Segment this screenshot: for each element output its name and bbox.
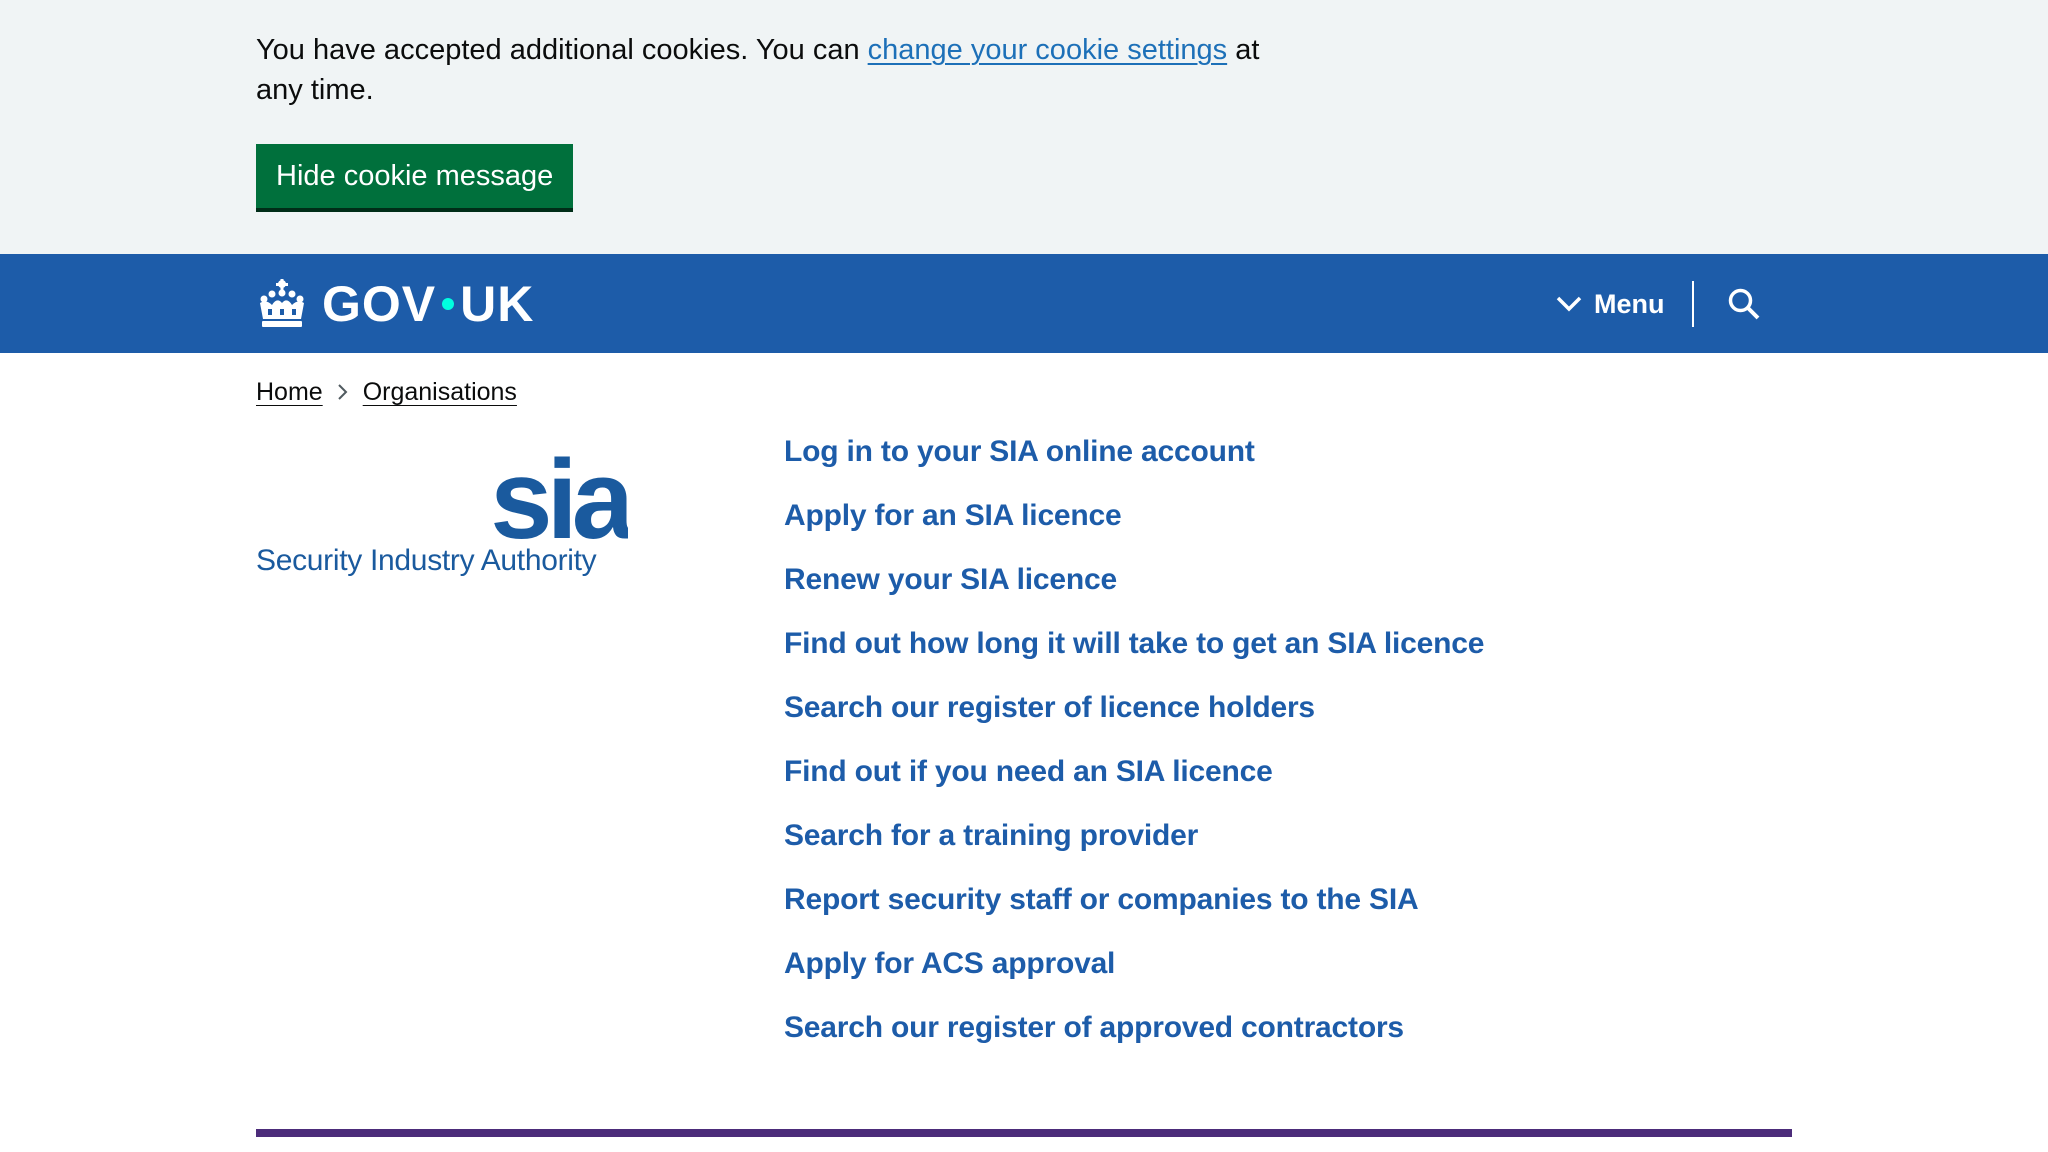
chevron-down-icon (1556, 296, 1582, 312)
sia-logo-letters: sia (490, 437, 628, 544)
breadcrumb: Home Organisations (256, 374, 517, 410)
govuk-logo-link[interactable]: GOV UK (256, 276, 534, 332)
hide-cookie-message-button[interactable]: Hide cookie message (256, 144, 574, 208)
link-renew-licence[interactable]: Renew your SIA licence (784, 563, 1117, 596)
list-item: Search our register of licence holders (784, 686, 1484, 750)
list-item: Search our register of approved contract… (784, 1006, 1484, 1070)
link-approved-contractors[interactable]: Search our register of approved contract… (784, 1011, 1404, 1044)
list-item: Apply for ACS approval (784, 942, 1484, 1006)
link-apply-licence[interactable]: Apply for an SIA licence (784, 499, 1122, 532)
link-licence-timing[interactable]: Find out how long it will take to get an… (784, 627, 1484, 660)
govuk-wordmark: GOV UK (322, 275, 534, 333)
breadcrumb-organisations[interactable]: Organisations (363, 374, 517, 410)
chevron-right-icon (337, 383, 349, 401)
cookie-settings-link[interactable]: change your cookie settings (868, 34, 1228, 66)
logo-text-uk: UK (460, 276, 535, 332)
link-search-licence-holders[interactable]: Search our register of licence holders (784, 691, 1315, 724)
link-need-licence[interactable]: Find out if you need an SIA licence (784, 755, 1273, 788)
list-item: Renew your SIA licence (784, 558, 1484, 622)
sia-logo: sia Security Industry Authority (256, 432, 628, 584)
link-acs-approval[interactable]: Apply for ACS approval (784, 947, 1115, 980)
organisation-brand-rule (256, 1129, 1792, 1137)
cookie-message: You have accepted additional cookies. Yo… (256, 30, 1296, 110)
link-training-provider[interactable]: Search for a training provider (784, 819, 1198, 852)
link-log-in[interactable]: Log in to your SIA online account (784, 435, 1255, 468)
link-report-staff[interactable]: Report security staff or companies to th… (784, 883, 1419, 916)
crown-icon (260, 279, 304, 327)
breadcrumb-home[interactable]: Home (256, 374, 323, 410)
list-item: Report security staff or companies to th… (784, 878, 1484, 942)
list-item: Find out how long it will take to get an… (784, 622, 1484, 686)
search-icon (1728, 288, 1760, 320)
list-item: Log in to your SIA online account (784, 430, 1484, 494)
cookie-message-start: You have accepted additional cookies. Yo… (256, 34, 868, 66)
list-item: Search for a training provider (784, 814, 1484, 878)
sia-logo-name: Security Industry Authority (256, 544, 597, 577)
logo-dot (442, 298, 455, 310)
cookie-banner: You have accepted additional cookies. Yo… (0, 0, 2048, 254)
sia-logo-mark: sia (490, 437, 628, 544)
menu-label: Menu (1594, 288, 1665, 319)
header-divider (1692, 281, 1694, 327)
list-item: Apply for an SIA licence (784, 494, 1484, 558)
menu-button[interactable]: Menu (1556, 280, 1665, 328)
site-header: GOV UK Menu (0, 254, 2048, 353)
quick-links: Log in to your SIA online account Apply … (784, 430, 1484, 1070)
logo-text-gov: GOV (322, 276, 437, 332)
search-button[interactable] (1718, 278, 1770, 330)
list-item: Find out if you need an SIA licence (784, 750, 1484, 814)
